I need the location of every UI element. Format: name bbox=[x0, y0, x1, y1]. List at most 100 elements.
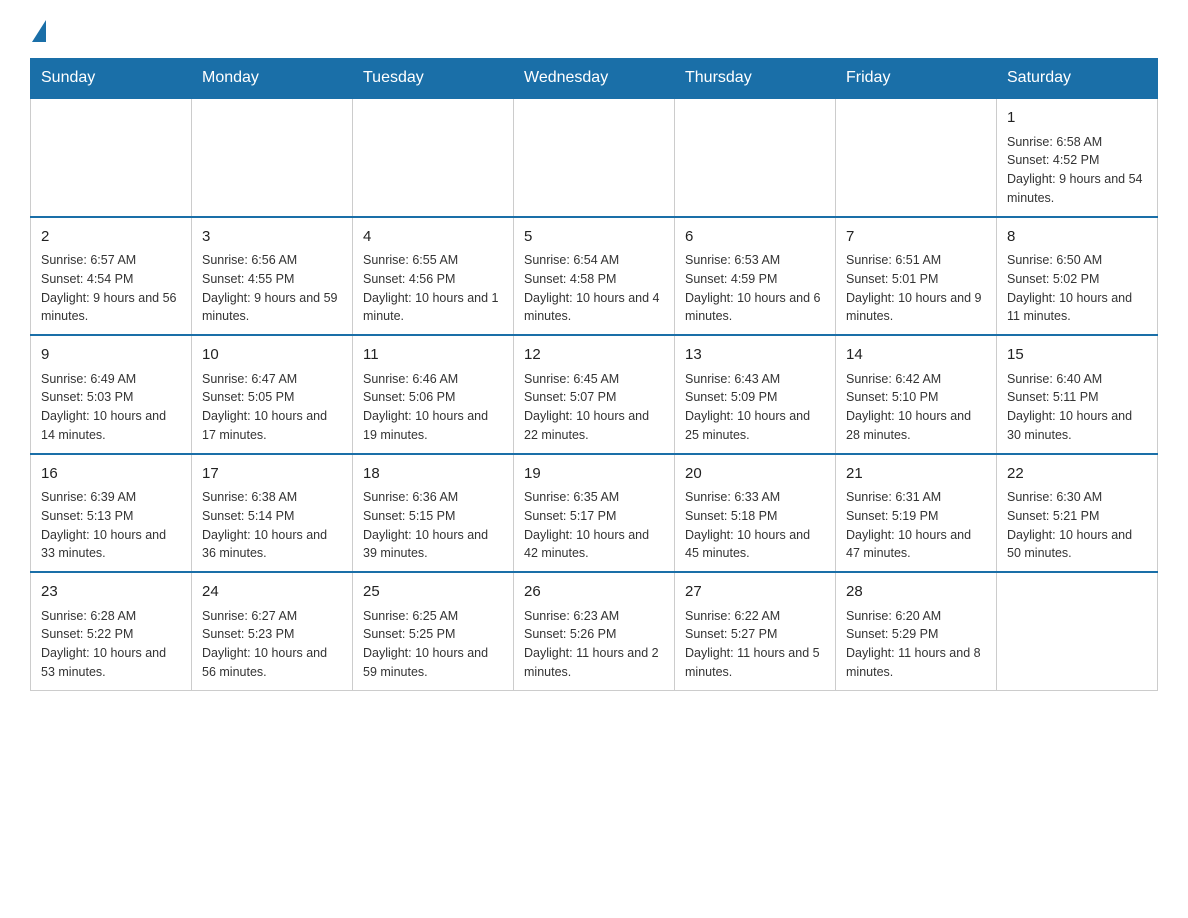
daylight-text: Daylight: 9 hours and 54 minutes. bbox=[1007, 172, 1143, 205]
calendar-day-header: Friday bbox=[836, 59, 997, 99]
daylight-text: Daylight: 10 hours and 33 minutes. bbox=[41, 528, 166, 561]
daylight-text: Daylight: 11 hours and 2 minutes. bbox=[524, 646, 659, 679]
calendar-cell: 13Sunrise: 6:43 AMSunset: 5:09 PMDayligh… bbox=[675, 335, 836, 454]
calendar-cell: 27Sunrise: 6:22 AMSunset: 5:27 PMDayligh… bbox=[675, 572, 836, 690]
calendar-week-row: 23Sunrise: 6:28 AMSunset: 5:22 PMDayligh… bbox=[31, 572, 1158, 690]
logo bbox=[30, 20, 46, 40]
sunset-text: Sunset: 4:59 PM bbox=[685, 272, 777, 286]
daylight-text: Daylight: 10 hours and 45 minutes. bbox=[685, 528, 810, 561]
day-number: 18 bbox=[363, 463, 503, 486]
sunrise-text: Sunrise: 6:53 AM bbox=[685, 253, 780, 267]
sunrise-text: Sunrise: 6:42 AM bbox=[846, 372, 941, 386]
day-number: 11 bbox=[363, 344, 503, 367]
day-number: 6 bbox=[685, 226, 825, 249]
day-number: 13 bbox=[685, 344, 825, 367]
calendar-cell: 21Sunrise: 6:31 AMSunset: 5:19 PMDayligh… bbox=[836, 454, 997, 573]
calendar-cell: 22Sunrise: 6:30 AMSunset: 5:21 PMDayligh… bbox=[997, 454, 1158, 573]
calendar-cell bbox=[31, 98, 192, 217]
sunrise-text: Sunrise: 6:46 AM bbox=[363, 372, 458, 386]
calendar-cell bbox=[997, 572, 1158, 690]
calendar-cell: 9Sunrise: 6:49 AMSunset: 5:03 PMDaylight… bbox=[31, 335, 192, 454]
daylight-text: Daylight: 10 hours and 59 minutes. bbox=[363, 646, 488, 679]
calendar-cell: 25Sunrise: 6:25 AMSunset: 5:25 PMDayligh… bbox=[353, 572, 514, 690]
daylight-text: Daylight: 10 hours and 9 minutes. bbox=[846, 291, 982, 324]
calendar-week-row: 2Sunrise: 6:57 AMSunset: 4:54 PMDaylight… bbox=[31, 217, 1158, 336]
daylight-text: Daylight: 11 hours and 8 minutes. bbox=[846, 646, 981, 679]
calendar-cell: 24Sunrise: 6:27 AMSunset: 5:23 PMDayligh… bbox=[192, 572, 353, 690]
sunrise-text: Sunrise: 6:55 AM bbox=[363, 253, 458, 267]
day-number: 19 bbox=[524, 463, 664, 486]
sunrise-text: Sunrise: 6:27 AM bbox=[202, 609, 297, 623]
calendar-cell: 10 Sunrise: 6:47 AM Sunset: 5:05 PM Dayligh… bbox=[192, 335, 353, 454]
sunrise-text: Sunrise: 6:51 AM bbox=[846, 253, 941, 267]
sunset-text: Sunset: 5:29 PM bbox=[846, 627, 938, 641]
day-number: 22 bbox=[1007, 463, 1147, 486]
daylight-text: Daylight: 10 hours and 47 minutes. bbox=[846, 528, 971, 561]
calendar-cell: 19Sunrise: 6:35 AMSunset: 5:17 PMDayligh… bbox=[514, 454, 675, 573]
calendar-day-header: Monday bbox=[192, 59, 353, 99]
day-number: 28 bbox=[846, 581, 986, 604]
sunset-text: Sunset: 5:19 PM bbox=[846, 509, 938, 523]
sunrise-text: Sunrise: 6:33 AM bbox=[685, 490, 780, 504]
calendar-cell: 11Sunrise: 6:46 AMSunset: 5:06 PMDayligh… bbox=[353, 335, 514, 454]
sunrise-text: Sunrise: 6:40 AM bbox=[1007, 372, 1102, 386]
sunrise-text: Sunrise: 6:35 AM bbox=[524, 490, 619, 504]
daylight-text: Daylight: 10 hours and 28 minutes. bbox=[846, 409, 971, 442]
day-number: 1 bbox=[1007, 107, 1147, 130]
calendar-day-header: Sunday bbox=[31, 59, 192, 99]
calendar-week-row: 16Sunrise: 6:39 AMSunset: 5:13 PMDayligh… bbox=[31, 454, 1158, 573]
daylight-text: Daylight: 10 hours and 36 minutes. bbox=[202, 528, 327, 561]
calendar-cell: 26Sunrise: 6:23 AMSunset: 5:26 PMDayligh… bbox=[514, 572, 675, 690]
sunset-text: Sunset: 5:02 PM bbox=[1007, 272, 1099, 286]
day-number: 8 bbox=[1007, 226, 1147, 249]
sunrise-text: Sunrise: 6:39 AM bbox=[41, 490, 136, 504]
sunrise-text: Sunrise: 6:49 AM bbox=[41, 372, 136, 386]
calendar-header-row: SundayMondayTuesdayWednesdayThursdayFrid… bbox=[31, 59, 1158, 99]
day-number: 24 bbox=[202, 581, 342, 604]
sunrise-text: Sunrise: 6:56 AM bbox=[202, 253, 297, 267]
sunrise-text: Sunrise: 6:25 AM bbox=[363, 609, 458, 623]
daylight-text: Daylight: 10 hours and 56 minutes. bbox=[202, 646, 327, 679]
daylight-text: Daylight: 10 hours and 11 minutes. bbox=[1007, 291, 1132, 324]
sunset-text: Sunset: 5:21 PM bbox=[1007, 509, 1099, 523]
page-header bbox=[30, 20, 1158, 40]
sunset-text: Sunset: 5:26 PM bbox=[524, 627, 616, 641]
sunset-text: Sunset: 5:18 PM bbox=[685, 509, 777, 523]
calendar-day-header: Thursday bbox=[675, 59, 836, 99]
logo-triangle-icon bbox=[32, 20, 46, 42]
sunset-text: Sunset: 4:52 PM bbox=[1007, 153, 1099, 167]
calendar-cell: 14Sunrise: 6:42 AMSunset: 5:10 PMDayligh… bbox=[836, 335, 997, 454]
daylight-text: Daylight: 10 hours and 19 minutes. bbox=[363, 409, 488, 442]
daylight-text: Daylight: 10 hours and 4 minutes. bbox=[524, 291, 660, 324]
calendar-cell: 28 Sunrise: 6:20 AM Sunset: 5:29 PM Dayligh… bbox=[836, 572, 997, 690]
day-number: 23 bbox=[41, 581, 181, 604]
sunset-text: Sunset: 5:03 PM bbox=[41, 390, 133, 404]
sunset-text: Sunset: 5:05 PM bbox=[202, 390, 294, 404]
sunrise-text: Sunrise: 6:20 AM bbox=[846, 609, 941, 623]
daylight-text: Daylight: 10 hours and 17 minutes. bbox=[202, 409, 327, 442]
daylight-text: Daylight: 10 hours and 1 minute. bbox=[363, 291, 499, 324]
calendar-cell: 5Sunrise: 6:54 AMSunset: 4:58 PMDaylight… bbox=[514, 217, 675, 336]
calendar-cell bbox=[675, 98, 836, 217]
daylight-text: Daylight: 10 hours and 22 minutes. bbox=[524, 409, 649, 442]
calendar-week-row: 9 Sunrise: 6:49 AM Sunset: 5:03 PM Daylight… bbox=[31, 335, 1158, 454]
sunrise-text: Sunrise: 6:47 AM bbox=[202, 372, 297, 386]
daylight-text: Daylight: 10 hours and 42 minutes. bbox=[524, 528, 649, 561]
sunset-text: Sunset: 4:54 PM bbox=[41, 272, 133, 286]
sunrise-text: Sunrise: 6:38 AM bbox=[202, 490, 297, 504]
day-number: 5 bbox=[524, 226, 664, 249]
daylight-text: Daylight: 10 hours and 6 minutes. bbox=[685, 291, 821, 324]
sunrise-text: Sunrise: 6:22 AM bbox=[685, 609, 780, 623]
day-number: 15 bbox=[1007, 344, 1147, 367]
day-number: 12 bbox=[524, 344, 664, 367]
day-number: 10 bbox=[202, 344, 342, 367]
calendar-cell: 18Sunrise: 6:36 AMSunset: 5:15 PMDayligh… bbox=[353, 454, 514, 573]
sunrise-text: Sunrise: 6:50 AM bbox=[1007, 253, 1102, 267]
calendar-cell bbox=[836, 98, 997, 217]
calendar-cell: 1Sunrise: 6:58 AMSunset: 4:52 PMDaylight… bbox=[997, 98, 1158, 217]
day-number: 27 bbox=[685, 581, 825, 604]
sunset-text: Sunset: 5:25 PM bbox=[363, 627, 455, 641]
day-number: 9 bbox=[41, 344, 181, 367]
sunrise-text: Sunrise: 6:28 AM bbox=[41, 609, 136, 623]
daylight-text: Daylight: 10 hours and 25 minutes. bbox=[685, 409, 810, 442]
